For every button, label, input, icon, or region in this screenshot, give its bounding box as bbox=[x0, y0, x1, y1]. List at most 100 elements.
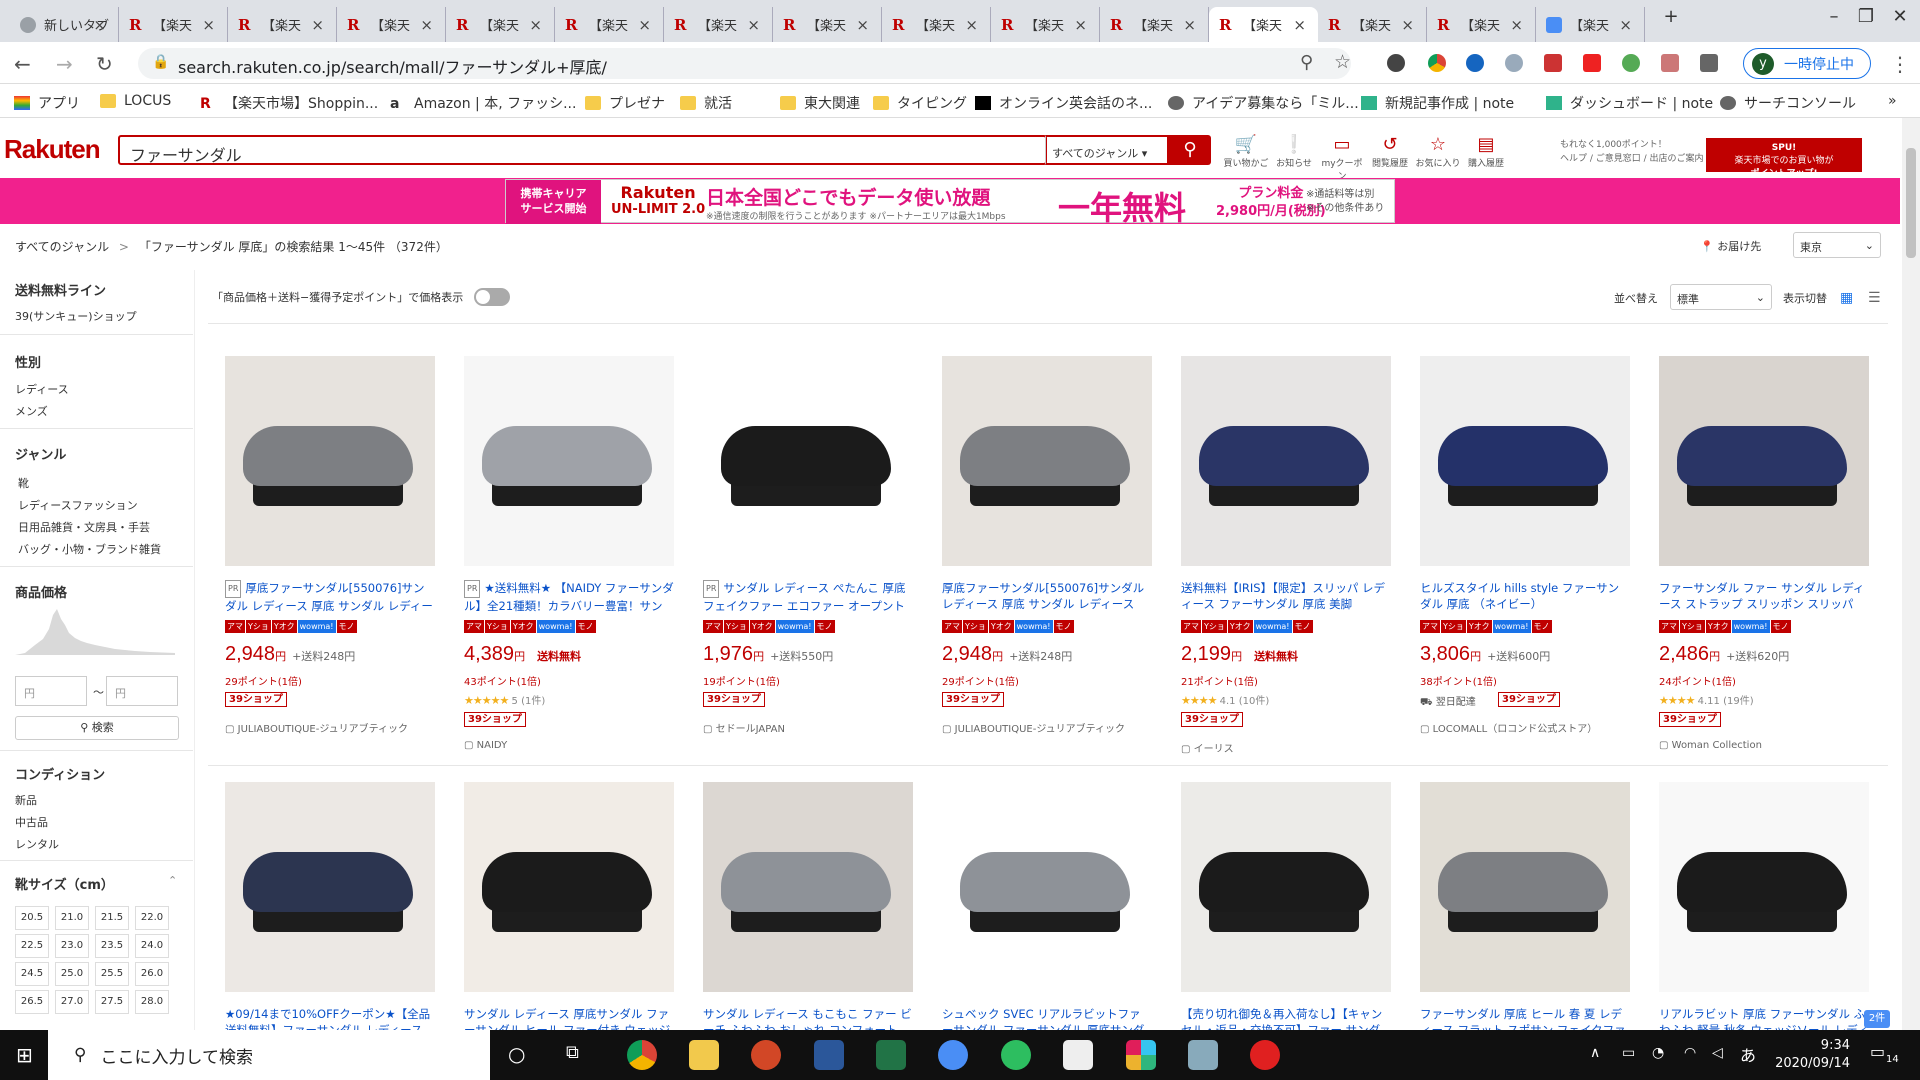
shop-name[interactable]: ▢ JULIABOUTIQUE-ジュリアブティック bbox=[942, 720, 1152, 735]
product-image[interactable] bbox=[703, 782, 913, 992]
address-bar[interactable]: 🔒 search.rakuten.co.jp/search/mall/ファーサン… bbox=[138, 48, 1351, 79]
shop-name[interactable]: ▢ イーリス bbox=[1181, 740, 1391, 755]
cart-link[interactable]: 🛒 買い物かご bbox=[1221, 134, 1271, 169]
price-display-toggle[interactable] bbox=[474, 288, 510, 306]
notification-icon[interactable]: ▭ bbox=[1870, 1042, 1885, 1061]
slack-taskbar-icon[interactable] bbox=[1126, 1040, 1156, 1070]
genre-filter-shoes[interactable]: 靴 bbox=[18, 475, 29, 491]
product-title[interactable]: PR サンダル レディース ぺたんこ 厚底 フェイクファー エコファー オープント… bbox=[703, 580, 913, 612]
shoe-size-option[interactable]: 26.0 bbox=[135, 962, 169, 986]
close-tab-icon[interactable]: × bbox=[202, 16, 215, 34]
forward-icon[interactable]: → bbox=[56, 52, 73, 76]
browser-tab[interactable]: R 【楽天 × bbox=[555, 7, 664, 42]
region-select[interactable]: 東京 ⌄ bbox=[1793, 232, 1881, 258]
close-tab-icon[interactable]: × bbox=[529, 16, 542, 34]
battery-icon[interactable]: ▭ bbox=[1622, 1045, 1635, 1061]
browser-tab[interactable]: R 【楽天 × bbox=[773, 7, 882, 42]
shoe-size-option[interactable]: 27.5 bbox=[95, 990, 129, 1014]
bookmark-item[interactable]: 東大関連 bbox=[780, 93, 860, 113]
close-tab-icon[interactable]: × bbox=[1619, 16, 1632, 34]
shoe-size-option[interactable]: 21.5 bbox=[95, 906, 129, 930]
extension-icon[interactable] bbox=[1544, 54, 1562, 72]
browser-tab[interactable]: R 【楽天 × bbox=[119, 7, 228, 42]
chrome-extension-icon[interactable] bbox=[1428, 54, 1446, 72]
browser-tab[interactable]: 新しいタブ × bbox=[10, 7, 119, 42]
powerpoint-taskbar-icon[interactable] bbox=[751, 1040, 781, 1070]
close-tab-icon[interactable]: × bbox=[1074, 16, 1087, 34]
spu-banner[interactable]: SPU! 楽天市場でのお買い物が ポイントアップ! bbox=[1706, 138, 1862, 179]
more-bookmarks-icon[interactable]: » bbox=[1888, 93, 1897, 109]
browser-tab[interactable]: R 【楽天 × bbox=[446, 7, 555, 42]
extension-icon[interactable] bbox=[1466, 54, 1484, 72]
reload-icon[interactable]: ↻ bbox=[96, 52, 113, 76]
list-view-icon[interactable]: ☰ bbox=[1868, 290, 1881, 306]
windows-start-icon[interactable]: ⊞ bbox=[16, 1043, 33, 1067]
close-tab-icon[interactable]: × bbox=[420, 16, 433, 34]
shoe-size-option[interactable]: 25.5 bbox=[95, 962, 129, 986]
receipt-link[interactable]: ▤ 購入履歴 bbox=[1461, 134, 1511, 169]
close-tab-icon[interactable]: × bbox=[311, 16, 324, 34]
product-title[interactable]: ヒルズスタイル hills style ファーサンダル 厚底 （ネイビー） bbox=[1420, 580, 1630, 612]
help-links[interactable]: ヘルプ / ご意見窓口 / 出店のご案内 bbox=[1560, 152, 1704, 166]
bookmark-item[interactable]: プレゼナ bbox=[585, 93, 665, 113]
bookmark-item[interactable]: a Amazon | 本, ファッシ... bbox=[390, 93, 576, 113]
shoe-size-option[interactable]: 22.5 bbox=[15, 934, 49, 958]
bookmark-star-icon[interactable]: ☆ bbox=[1334, 51, 1351, 73]
result-page-badge[interactable]: 2件 bbox=[1864, 1010, 1890, 1028]
gender-filter-mens[interactable]: メンズ bbox=[15, 403, 48, 419]
shoe-size-option[interactable]: 27.0 bbox=[55, 990, 89, 1014]
shoe-size-option[interactable]: 24.0 bbox=[135, 934, 169, 958]
wifi-icon[interactable]: ◠ bbox=[1684, 1045, 1696, 1061]
shoe-size-option[interactable]: 25.0 bbox=[55, 962, 89, 986]
sort-select[interactable]: 標準 ⌄ bbox=[1670, 284, 1772, 310]
network-icon[interactable]: ◔ bbox=[1652, 1045, 1664, 1061]
product-rating[interactable]: ★★★★ 4.11 (19件) bbox=[1659, 692, 1754, 707]
shoe-size-option[interactable]: 23.0 bbox=[55, 934, 89, 958]
close-tab-icon[interactable]: × bbox=[1183, 16, 1196, 34]
shop-name[interactable]: ▢ NAIDY bbox=[464, 740, 674, 751]
product-image[interactable] bbox=[1659, 782, 1869, 992]
browser-tab[interactable]: R 【楽天 × bbox=[1209, 7, 1318, 42]
shoe-size-option[interactable]: 26.5 bbox=[15, 990, 49, 1014]
shop-name[interactable]: ▢ JULIABOUTIQUE-ジュリアブティック bbox=[225, 720, 435, 735]
extension-icon[interactable] bbox=[1622, 54, 1640, 72]
shoe-size-option[interactable]: 20.5 bbox=[15, 906, 49, 930]
bookmark-item[interactable]: サーチコンソール bbox=[1720, 93, 1856, 113]
bookmark-item[interactable]: R 【楽天市場】Shoppin... bbox=[200, 93, 378, 113]
product-image[interactable] bbox=[1659, 356, 1869, 566]
product-image[interactable] bbox=[1181, 782, 1391, 992]
shop-name[interactable]: ▢ Woman Collection bbox=[1659, 740, 1869, 751]
profile-pause-button[interactable]: y 一時停止中 bbox=[1743, 48, 1871, 79]
close-tab-icon[interactable]: × bbox=[93, 16, 106, 34]
genre-filter-ladies-fashion[interactable]: レディースファッション bbox=[18, 497, 138, 513]
menu-icon[interactable]: ⋮ bbox=[1890, 52, 1910, 76]
browser-tab[interactable]: R 【楽天 × bbox=[1318, 7, 1427, 42]
close-tab-icon[interactable]: × bbox=[1293, 16, 1306, 34]
shop-name[interactable]: ▢ セドールJAPAN bbox=[703, 720, 913, 735]
product-title[interactable]: PR 厚底ファーサンダル[550076]サンダル レディース 厚底 サンダル レデ… bbox=[225, 580, 435, 612]
close-tab-icon[interactable]: × bbox=[965, 16, 978, 34]
browser-tab[interactable]: R 【楽天 × bbox=[337, 7, 446, 42]
bookmark-item[interactable]: アプリ bbox=[14, 93, 80, 113]
product-image[interactable] bbox=[1420, 356, 1630, 566]
product-image[interactable] bbox=[464, 356, 674, 566]
condition-filter-rental[interactable]: レンタル bbox=[15, 836, 59, 852]
header-help[interactable]: もれなく1,000ポイント！ ヘルプ / ご意見窓口 / 出店のご案内 bbox=[1560, 138, 1704, 166]
product-title[interactable]: PR ★送料無料★ 【NAIDY ファーサンダル】全21種類！カラバリー豊富！サン… bbox=[464, 580, 674, 612]
excel-taskbar-icon[interactable] bbox=[876, 1040, 906, 1070]
evernote-taskbar-icon[interactable] bbox=[1001, 1040, 1031, 1070]
zoom-icon[interactable]: ⚲ bbox=[1300, 52, 1313, 73]
task-view-icon[interactable]: ⧉ bbox=[566, 1042, 579, 1063]
bookmark-item[interactable]: タイピング bbox=[873, 93, 967, 113]
browser-tab[interactable]: R 【楽天 × bbox=[228, 7, 337, 42]
genre-filter-bags[interactable]: バッグ・小物・ブランド雑貨 bbox=[18, 541, 161, 557]
browser-tab[interactable]: 【楽天 × bbox=[1536, 7, 1645, 42]
search-input[interactable]: ファーサンダル bbox=[118, 135, 1047, 165]
close-tab-icon[interactable]: × bbox=[747, 16, 760, 34]
app-taskbar-icon[interactable] bbox=[938, 1040, 968, 1070]
product-image[interactable] bbox=[1181, 356, 1391, 566]
product-rating[interactable]: ★★★★ 4.1 (10件) bbox=[1181, 692, 1269, 707]
promo-banner[interactable]: 携帯キャリア サービス開始 Rakuten UN-LIMIT 2.0 日本全国どこで… bbox=[505, 179, 1395, 227]
shoe-size-option[interactable]: 24.5 bbox=[15, 962, 49, 986]
price-search-button[interactable]: ⚲ 検索 bbox=[15, 716, 179, 740]
